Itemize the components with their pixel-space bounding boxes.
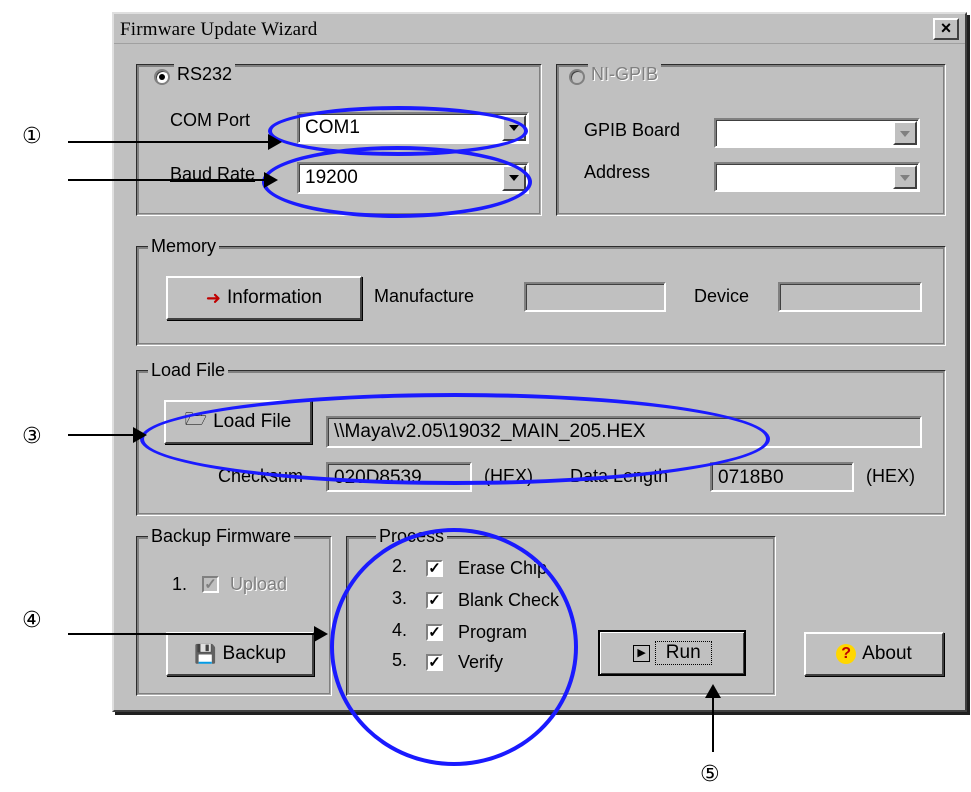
upload-label: Upload <box>230 574 288 594</box>
backup-button-label: Backup <box>222 643 286 664</box>
data-length-unit: (HEX) <box>866 466 915 486</box>
blank-check-label: Blank Check <box>458 590 560 610</box>
blank-check-checkbox[interactable]: ✓ <box>426 592 443 609</box>
arrowhead-5 <box>705 684 721 698</box>
baud-rate-select[interactable]: 19200 <box>297 162 529 194</box>
gpib-board-select[interactable] <box>714 118 920 148</box>
annotation-1: ① <box>22 124 42 149</box>
erase-chip-checkbox[interactable]: ✓ <box>426 560 443 577</box>
gpib-board-label: GPIB Board <box>584 120 681 140</box>
annotation-5: ⑤ <box>700 762 720 787</box>
title-bar[interactable]: Firmware Update Wizard × <box>114 14 965 44</box>
help-question-icon: ? <box>836 644 857 664</box>
about-button-label: About <box>862 643 912 664</box>
baud-rate-value: 19200 <box>305 167 358 188</box>
program-checkbox[interactable]: ✓ <box>426 624 443 641</box>
com-port-label: COM Port <box>170 110 251 130</box>
data-length-label: Data Length <box>570 466 669 486</box>
chevron-down-icon[interactable] <box>893 121 917 145</box>
chevron-down-icon[interactable] <box>893 165 917 189</box>
address-label: Address <box>584 162 651 182</box>
run-button[interactable]: ▶ Run <box>598 630 746 676</box>
erase-chip-label: Erase Chip <box>458 558 548 578</box>
data-length-value: 0718B0 <box>718 467 784 488</box>
com-port-select[interactable]: COM1 <box>297 112 529 144</box>
arrow-5 <box>712 696 714 752</box>
information-button[interactable]: ➜ Information <box>166 276 362 320</box>
arrowhead-3 <box>133 427 147 443</box>
arrowhead-2 <box>264 172 278 188</box>
firmware-update-window: Firmware Update Wizard × RS232 COM Port … <box>112 12 967 712</box>
arrowhead-1 <box>268 134 282 150</box>
annotation-3: ③ <box>22 424 42 449</box>
rs232-label[interactable]: RS232 <box>174 64 236 85</box>
com-port-value: COM1 <box>305 117 360 138</box>
info-document-icon: ➜ <box>205 287 222 308</box>
close-icon: × <box>940 18 952 38</box>
manufacture-field <box>524 282 666 312</box>
file-path-value: \\Maya\v2.05\19032_MAIN_205.HEX <box>334 421 646 442</box>
checksum-field: 020D8539 <box>326 462 472 492</box>
upload-number: 1. <box>172 574 188 594</box>
load-file-button[interactable]: 🗁 Load File <box>164 400 312 444</box>
load-file-button-label: Load File <box>213 411 292 432</box>
load-file-title: Load File <box>148 360 229 381</box>
address-select[interactable] <box>714 162 920 192</box>
process-item-number: 3. <box>392 588 408 608</box>
about-button[interactable]: ? About <box>804 632 944 676</box>
data-length-field: 0718B0 <box>710 462 854 492</box>
play-icon: ▶ <box>633 644 650 662</box>
window-title: Firmware Update Wizard <box>120 19 318 40</box>
backup-button[interactable]: 💾 Backup <box>166 632 314 676</box>
checksum-unit: (HEX) <box>484 466 533 486</box>
chevron-down-icon[interactable] <box>502 165 526 191</box>
process-item-number: 5. <box>392 650 408 670</box>
arrow-4 <box>68 633 318 635</box>
arrow-3 <box>68 434 138 436</box>
upload-checkbox[interactable]: ✓ <box>202 576 219 593</box>
run-button-label: Run <box>654 641 712 665</box>
arrow-1 <box>68 141 273 143</box>
annotation-4: ④ <box>22 608 42 633</box>
process-item-number: 2. <box>392 556 408 576</box>
information-button-label: Information <box>227 287 323 308</box>
verify-checkbox[interactable]: ✓ <box>426 654 443 671</box>
chevron-down-icon[interactable] <box>502 115 526 141</box>
device-field <box>778 282 922 312</box>
checksum-label: Checksum <box>218 466 304 486</box>
process-item-number: 4. <box>392 620 408 640</box>
rs232-radio[interactable] <box>154 69 170 85</box>
folder-open-icon: 🗁 <box>184 409 208 429</box>
gpib-label[interactable]: NI-GPIB <box>588 64 662 85</box>
baud-rate-label: Baud Rate <box>170 164 256 184</box>
backup-disk-icon: 💾 <box>194 643 217 664</box>
program-label: Program <box>458 622 528 642</box>
manufacture-label: Manufacture <box>374 286 475 306</box>
memory-title: Memory <box>148 236 220 257</box>
gpib-radio[interactable] <box>569 69 585 85</box>
verify-label: Verify <box>458 652 504 672</box>
file-path-field: \\Maya\v2.05\19032_MAIN_205.HEX <box>326 416 922 448</box>
process-title: Process <box>376 526 448 547</box>
close-button[interactable]: × <box>933 18 959 40</box>
arrow-2 <box>68 179 268 181</box>
device-label: Device <box>694 286 750 306</box>
backup-firmware-title: Backup Firmware <box>148 526 295 547</box>
checksum-value: 020D8539 <box>334 467 422 488</box>
arrowhead-4 <box>314 626 328 642</box>
